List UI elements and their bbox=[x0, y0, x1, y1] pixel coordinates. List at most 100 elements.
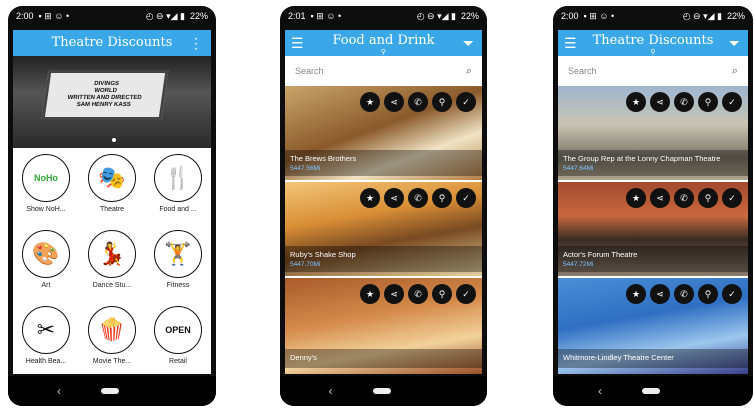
listing-card[interactable]: ★ ⋖ ✆ ⚲ ✓ Denny's bbox=[285, 278, 482, 374]
home-icon[interactable] bbox=[642, 388, 660, 394]
listing-name: Denny's bbox=[290, 353, 317, 362]
listing-list: ★ ⋖ ✆ ⚲ ✓ The Brews Brothers 5447.56Mi ★… bbox=[285, 86, 482, 374]
phone-icon[interactable]: ✆ bbox=[408, 284, 428, 304]
phone-icon[interactable]: ✆ bbox=[674, 188, 694, 208]
notification-icons: ▪ ⊞ ☺ • bbox=[38, 10, 70, 21]
category-label: Theatre bbox=[99, 206, 125, 213]
home-icon[interactable] bbox=[372, 388, 391, 394]
deal-badge-icon[interactable]: ★ bbox=[360, 284, 380, 304]
category-fitness[interactable]: 🏋 Fitness bbox=[145, 230, 211, 306]
movie-popcorn-icon: 🍿 bbox=[88, 306, 136, 354]
back-icon[interactable]: ‹ bbox=[598, 384, 602, 398]
phone-2: 2:01 ▪ ⊞ ☺ • ◴ ⊖ ▾◢ ▮ 22% ☰ Food and Drink… bbox=[280, 6, 487, 406]
share-icon[interactable]: ⋖ bbox=[384, 92, 404, 112]
share-icon[interactable]: ⋖ bbox=[384, 188, 404, 208]
more-vert-icon[interactable]: ⋮ bbox=[189, 35, 203, 51]
action-bar: ★ ⋖ ✆ ⚲ ✓ bbox=[626, 188, 742, 208]
category-label: Health Bea... bbox=[25, 358, 67, 365]
filter-icon[interactable]: ⏷ bbox=[463, 35, 474, 51]
action-bar: ★ ⋖ ✆ ⚲ ✓ bbox=[360, 284, 476, 304]
phone-icon[interactable]: ✆ bbox=[408, 92, 428, 112]
listing-card[interactable]: ★ ⋖ ✆ ⚲ ✓ The Brews Brothers 5447.56Mi bbox=[285, 86, 482, 182]
listing-distance: 5447.70Mi bbox=[290, 261, 321, 268]
location-pin-icon[interactable]: ⚲ bbox=[432, 92, 452, 112]
app-bar: ☰ Theatre Discounts ⚲ ⏷ bbox=[558, 30, 748, 56]
phone-icon[interactable]: ✆ bbox=[674, 92, 694, 112]
location-pin-icon[interactable]: ⚲ bbox=[698, 284, 718, 304]
category-show-noho[interactable]: NoHo Show NoH... bbox=[13, 154, 79, 230]
listing-name: The Group Rep at the Lonny Chapman Theat… bbox=[563, 154, 721, 163]
home-screen: DIVINGS WORLD WRITTEN AND DIRECTED SAM H… bbox=[13, 56, 211, 374]
category-label: Show NoH... bbox=[26, 206, 66, 213]
share-icon[interactable]: ⋖ bbox=[650, 284, 670, 304]
android-nav-bar: ‹ bbox=[553, 376, 753, 406]
signal-icons: ◴ ⊖ ▾◢ ▮ bbox=[416, 10, 456, 21]
back-icon[interactable]: ‹ bbox=[329, 384, 333, 398]
page-title: Food and Drink bbox=[332, 32, 435, 48]
category-health-beauty[interactable]: ✂ Health Bea... bbox=[13, 306, 79, 374]
listing-card[interactable]: ★ ⋖ ✆ ⚲ ✓ Actor's Forum Theatre 5447.72M… bbox=[558, 182, 748, 278]
listing-card[interactable]: ★ ⋖ ✆ ⚲ ✓ Whitmore-Lindley Theatre Cente… bbox=[558, 278, 748, 374]
share-icon[interactable]: ⋖ bbox=[650, 92, 670, 112]
check-icon[interactable]: ✓ bbox=[722, 92, 742, 112]
app-bar: ☰ Food and Drink ⚲ ⏷ bbox=[285, 30, 482, 56]
hero-banner-image: DIVINGS WORLD WRITTEN AND DIRECTED SAM H… bbox=[13, 56, 211, 148]
status-bar: 2:00 ▪ ⊞ ☺ • ◴ ⊖ ▾◢ ▮ 22% bbox=[8, 6, 216, 26]
location-pin-icon[interactable]: ⚲ bbox=[432, 284, 452, 304]
share-icon[interactable]: ⋖ bbox=[650, 188, 670, 208]
category-theatre[interactable]: 🎭 Theatre bbox=[79, 154, 145, 230]
filter-icon[interactable]: ⏷ bbox=[729, 35, 740, 51]
listing-caption: The Group Rep at the Lonny Chapman Theat… bbox=[558, 150, 748, 176]
deal-badge-icon[interactable]: ★ bbox=[626, 284, 646, 304]
location-pin-icon[interactable]: ⚲ bbox=[698, 188, 718, 208]
deal-badge-icon[interactable]: ★ bbox=[360, 188, 380, 208]
search-icon[interactable]: ⌕ bbox=[466, 65, 472, 78]
status-time: 2:01 bbox=[288, 11, 306, 21]
listing-card[interactable]: ★ ⋖ ✆ ⚲ ✓ The Group Rep at the Lonny Cha… bbox=[558, 86, 748, 182]
page-title: Theatre Discounts bbox=[592, 32, 714, 48]
location-pin-icon[interactable]: ⚲ bbox=[698, 92, 718, 112]
listing-name: Ruby's Shake Shop bbox=[290, 250, 356, 259]
category-grid: NoHo Show NoH... 🎭 Theatre 🍴 Food and ..… bbox=[13, 148, 211, 374]
share-icon[interactable]: ⋖ bbox=[384, 284, 404, 304]
hamburger-menu-icon[interactable]: ☰ bbox=[564, 35, 577, 51]
home-icon[interactable] bbox=[101, 388, 119, 394]
check-icon[interactable]: ✓ bbox=[456, 284, 476, 304]
art-easel-icon: 🎨 bbox=[22, 230, 70, 278]
location-pin-icon[interactable]: ⚲ bbox=[432, 188, 452, 208]
listing-caption: Actor's Forum Theatre 5447.72Mi bbox=[558, 246, 748, 272]
listing-distance: 5447.64Mi bbox=[563, 165, 594, 172]
android-nav-bar: ‹ bbox=[8, 376, 216, 406]
listing-name: The Brews Brothers bbox=[290, 154, 357, 163]
search-bar[interactable]: Search ⌕ bbox=[285, 56, 482, 86]
listing-distance: 5447.56Mi bbox=[290, 165, 321, 172]
listing-name: Whitmore-Lindley Theatre Center bbox=[563, 353, 674, 362]
search-input[interactable]: Search bbox=[568, 66, 597, 76]
category-art[interactable]: 🎨 Art bbox=[13, 230, 79, 306]
listing-caption: Ruby's Shake Shop 5447.70Mi bbox=[285, 246, 482, 272]
category-dance-studio[interactable]: 💃 Dance Stu... bbox=[79, 230, 145, 306]
search-icon[interactable]: ⌕ bbox=[732, 65, 738, 78]
phone-icon[interactable]: ✆ bbox=[408, 188, 428, 208]
check-icon[interactable]: ✓ bbox=[456, 188, 476, 208]
battery-level: 22% bbox=[726, 11, 745, 21]
search-bar[interactable]: Search ⌕ bbox=[558, 56, 748, 86]
check-icon[interactable]: ✓ bbox=[456, 92, 476, 112]
battery-level: 22% bbox=[460, 11, 479, 21]
category-movie-theatre[interactable]: 🍿 Movie The... bbox=[79, 306, 145, 374]
category-retail[interactable]: OPEN Retail bbox=[145, 306, 211, 374]
category-label: Dance Stu... bbox=[92, 282, 132, 289]
search-input[interactable]: Search bbox=[295, 66, 324, 76]
category-food-and-drink[interactable]: 🍴 Food and ... bbox=[145, 154, 211, 230]
hamburger-menu-icon[interactable]: ☰ bbox=[291, 35, 304, 51]
phone-icon[interactable]: ✆ bbox=[674, 284, 694, 304]
phone-3: 2:00 ▪ ⊞ ☺ • ◴ ⊖ ▾◢ ▮ 22% ☰ Theatre Discou… bbox=[553, 6, 753, 406]
back-icon[interactable]: ‹ bbox=[57, 384, 61, 398]
deal-badge-icon[interactable]: ★ bbox=[626, 188, 646, 208]
deal-badge-icon[interactable]: ★ bbox=[626, 92, 646, 112]
deal-badge-icon[interactable]: ★ bbox=[360, 92, 380, 112]
listing-card[interactable]: ★ ⋖ ✆ ⚲ ✓ Ruby's Shake Shop 5447.70Mi bbox=[285, 182, 482, 278]
check-icon[interactable]: ✓ bbox=[722, 188, 742, 208]
status-bar: 2:00 ▪ ⊞ ☺ • ◴ ⊖ ▾◢ ▮ 22% bbox=[553, 6, 753, 26]
check-icon[interactable]: ✓ bbox=[722, 284, 742, 304]
